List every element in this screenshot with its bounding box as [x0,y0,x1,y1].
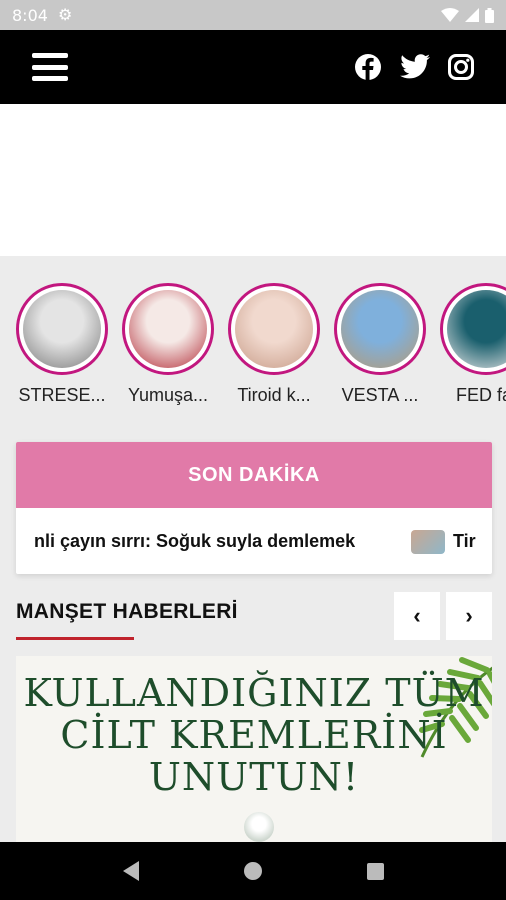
story-thumbnail [447,290,506,368]
app-bar [0,30,506,104]
ticker-headline[interactable]: nli çayın sırrı: Soğuk suyla demlemek [34,531,355,552]
story-ring [122,283,214,375]
story-item[interactable]: VESTA ... [334,283,426,406]
headline-line: UNUTUN! [148,755,360,799]
story-item[interactable]: FED fai [440,283,506,406]
story-item[interactable]: STRESE... [16,283,108,406]
instagram-icon[interactable] [448,54,474,80]
ad-banner-area [0,104,506,256]
product-image [244,812,274,842]
wifi-icon [441,8,459,22]
headline-text: KULLANDIĞINIZ TÜM CİLT KREMLERİNİ UNUTUN… [16,672,492,798]
headline-line: CİLT KREMLERİNİ [60,713,448,757]
ticker-headline-next[interactable]: Tir [453,531,476,552]
story-label: STRESE... [18,385,106,405]
story-label: Tiroid k... [237,385,311,405]
section-header: MANŞET HABERLERİ ‹ › [16,592,492,642]
battery-icon [485,7,494,23]
breaking-news-title: SON DAKİKA [16,442,492,508]
status-time: 8:04 [12,5,48,25]
story-thumbnail [23,290,101,368]
story-label: VESTA ... [341,385,419,405]
story-item[interactable]: Tiroid k... [228,283,320,406]
breaking-news-card: SON DAKİKA nli çayın sırrı: Soğuk suyla … [16,442,492,574]
status-bar: 8:04 ⚙ [0,0,506,30]
nav-back-icon[interactable] [122,861,139,881]
hamburger-menu-icon[interactable] [32,53,68,81]
story-ring [228,283,320,375]
section-underline [16,637,134,640]
settings-gear-icon: ⚙ [57,7,73,24]
ticker-thumbnail [411,530,445,554]
story-thumbnail [129,290,207,368]
facebook-icon[interactable] [354,53,382,81]
story-thumbnail [341,290,419,368]
story-ring [16,283,108,375]
story-item[interactable]: Yumuşa... [122,283,214,406]
breaking-news-ticker[interactable]: nli çayın sırrı: Soğuk suyla demlemek Ti… [16,508,492,574]
story-label: Yumuşa... [127,385,209,405]
twitter-icon[interactable] [400,54,430,80]
story-ring [440,283,506,375]
prev-button[interactable]: ‹ [394,592,440,640]
headline-slide[interactable]: KULLANDIĞINIZ TÜM CİLT KREMLERİNİ UNUTUN… [16,656,492,842]
system-nav-bar [0,842,506,900]
signal-icon [465,8,479,22]
story-ring [334,283,426,375]
headline-line: KULLANDIĞINIZ TÜM [23,671,485,715]
stories-carousel[interactable]: STRESE... Yumuşa... Tiroid k... VESTA ..… [0,256,506,416]
section-title: MANŞET HABERLERİ [16,600,238,623]
nav-home-icon[interactable] [243,862,262,880]
story-label: FED fai [455,385,506,405]
next-button[interactable]: › [446,592,492,640]
story-thumbnail [235,290,313,368]
social-links [354,53,474,81]
nav-recents-icon[interactable] [366,862,384,880]
